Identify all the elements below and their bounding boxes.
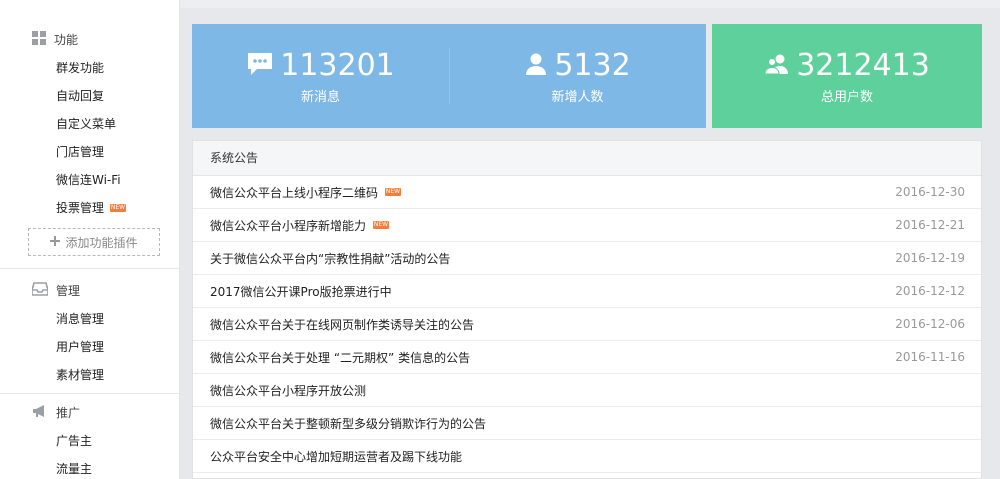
notice-date: 2016-11-16	[895, 350, 965, 364]
notice-date: 2016-12-12	[895, 284, 965, 298]
notice-row[interactable]: 公众平台安全中心增加短期运营者及踢下线功能	[193, 440, 981, 473]
new-users-label: 新增人数	[551, 89, 604, 105]
sidebar-item-label: 投票管理	[56, 201, 105, 215]
stat-new-users[interactable]: 5132 新增人数	[449, 24, 706, 128]
person-icon	[524, 52, 548, 80]
notice-row[interactable]: 微信公众平台上线小程序二维码 NEW 2016-12-30	[193, 176, 981, 209]
new-badge: NEW	[110, 203, 127, 212]
grid-icon	[32, 31, 46, 48]
sidebar-item-advertiser[interactable]: 广告主	[56, 432, 92, 449]
sidebar-item-label: 广告主	[56, 434, 93, 448]
notice-row[interactable]: 微信公众平台小程序开放公测	[193, 374, 981, 407]
sidebar-item-material-manage[interactable]: 素材管理	[56, 366, 104, 383]
sidebar-item-store-manage[interactable]: 门店管理	[56, 143, 104, 160]
notice-row[interactable]: 关于微信公众平台内“宗教性捐献”活动的公告 2016-12-19	[193, 242, 981, 275]
sidebar-item-label: 自动回复	[56, 89, 105, 103]
sidebar-item-label: 门店管理	[56, 145, 105, 159]
sidebar-item-publisher[interactable]: 流量主	[56, 460, 92, 477]
sidebar-item-label: 群发功能	[56, 61, 105, 75]
sidebar-item-label: 流量主	[56, 462, 93, 476]
notice-title[interactable]: 微信公众平台小程序新增能力	[210, 217, 366, 234]
sidebar-item-label: 用户管理	[56, 340, 105, 354]
notice-row[interactable]: 微信公众平台小程序新增能力 NEW 2016-12-21	[193, 209, 981, 242]
notice-title[interactable]: 公众平台安全中心增加短期运营者及踢下线功能	[210, 448, 462, 465]
notice-date: 2016-12-21	[895, 218, 965, 232]
sidebar-item-custom-menu[interactable]: 自定义菜单	[56, 115, 116, 132]
sidebar-divider	[0, 268, 180, 269]
stats-card-total-users: 3212413 总用户数	[712, 24, 982, 128]
stat-total-users[interactable]: 3212413 总用户数	[712, 24, 982, 128]
total-users-count: 3212413	[796, 47, 930, 83]
new-badge: NEW	[373, 221, 390, 229]
notice-title[interactable]: 关于微信公众平台内“宗教性捐献”活动的公告	[210, 250, 450, 267]
notice-row[interactable]: 微信公众平台关于处理 “二元期权” 类信息的公告 2016-11-16	[193, 341, 981, 374]
notice-date: 2016-12-30	[895, 185, 965, 199]
notice-title[interactable]: 微信公众平台关于处理 “二元期权” 类信息的公告	[210, 349, 470, 366]
sidebar-item-label: 消息管理	[56, 312, 105, 326]
notice-row[interactable]: 2017微信公开课Pro版抢票进行中 2016-12-12	[193, 275, 981, 308]
sidebar-item-user-manage[interactable]: 用户管理	[56, 338, 104, 355]
sidebar-item-wifi[interactable]: 微信连Wi-Fi	[56, 171, 121, 188]
notice-title[interactable]: 微信公众平台小程序开放公测	[210, 382, 366, 399]
notice-title[interactable]: 微信公众平台上线小程序二维码	[210, 184, 378, 201]
new-messages-label: 新消息	[300, 89, 340, 105]
notice-title[interactable]: 2017微信公开课Pro版抢票进行中	[210, 283, 392, 300]
stats-card-activity: 113201 新消息 5132 新增人数	[192, 24, 706, 128]
sidebar-item-auto-reply[interactable]: 自动回复	[56, 87, 104, 104]
sidebar-item-vote-manage[interactable]: 投票管理 NEW	[56, 199, 127, 216]
sidebar-item-label: 自定义菜单	[56, 117, 117, 131]
sidebar-item-message-manage[interactable]: 消息管理	[56, 310, 104, 327]
sidebar-group-label: 功能	[54, 33, 79, 47]
notice-title[interactable]: 微信公众平台关于在线网页制作类诱导关注的公告	[210, 316, 474, 333]
new-users-count: 5132	[554, 47, 631, 83]
sidebar-group-manage: 管理	[31, 282, 81, 299]
sidebar-divider	[0, 393, 180, 394]
new-badge: NEW	[385, 188, 402, 196]
megaphone-icon	[32, 404, 48, 421]
sidebar-item-label: 素材管理	[56, 368, 105, 382]
notice-row[interactable]: 微信公众平台关于在线网页制作类诱导关注的公告 2016-12-06	[193, 308, 981, 341]
add-plugin-label: 添加功能插件	[65, 235, 138, 250]
sidebar-item-mass-send[interactable]: 群发功能	[56, 59, 104, 76]
top-strip	[180, 0, 1000, 8]
notice-date: 2016-12-19	[895, 251, 965, 265]
sidebar-group-promotion: 推广	[32, 404, 80, 421]
plus-icon	[50, 235, 61, 249]
sidebar-item-label: 微信连Wi-Fi	[56, 173, 121, 187]
notice-title[interactable]: 微信公众平台关于整顿新型多级分销欺诈行为的公告	[210, 415, 486, 432]
chat-icon	[246, 51, 274, 81]
system-notice-panel: 系统公告 微信公众平台上线小程序二维码 NEW 2016-12-30 微信公众平台…	[192, 140, 982, 479]
users-icon	[764, 53, 790, 79]
new-messages-count: 113201	[280, 47, 395, 83]
sidebar-group-features: 功能	[32, 31, 78, 48]
sidebar-group-label: 推广	[56, 406, 81, 420]
notice-header: 系统公告	[193, 141, 981, 176]
notice-row[interactable]: 微信公众平台关于整顿新型多级分销欺诈行为的公告	[193, 407, 981, 440]
sidebar: 功能 群发功能 自动回复 自定义菜单 门店管理 微信连Wi-Fi 投票管理 NE…	[0, 0, 180, 479]
inbox-icon	[31, 282, 49, 299]
stat-new-messages[interactable]: 113201 新消息	[192, 24, 449, 128]
sidebar-group-label: 管理	[56, 284, 81, 298]
add-plugin-button[interactable]: 添加功能插件	[28, 228, 160, 256]
total-users-label: 总用户数	[820, 89, 873, 105]
notice-date: 2016-12-06	[895, 317, 965, 331]
